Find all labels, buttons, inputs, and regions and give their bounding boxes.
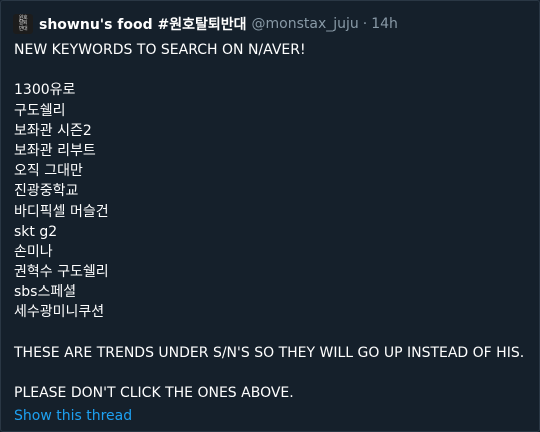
tweet-line: 구도쉘리	[14, 102, 66, 119]
tweet-line	[14, 60, 524, 80]
dot-separator: ·	[362, 16, 368, 32]
tweet-line: 보좌관 시즌2	[14, 122, 92, 139]
avatar[interactable]: 원호 탈퇴 반대	[13, 14, 33, 34]
tweet-line: THESE ARE TRENDS UNDER S/N'S SO THEY WIL…	[14, 344, 525, 361]
tweet-line	[14, 363, 524, 383]
tweet-line	[14, 323, 524, 343]
show-thread-link[interactable]: Show this thread	[14, 408, 132, 424]
tweet-timestamp[interactable]: 14h	[371, 16, 398, 32]
tweet-line: 세수광미니쿠션	[14, 304, 105, 321]
tweet-line: 손미나	[14, 243, 53, 260]
tweet-header: 원호 탈퇴 반대 shownu's food #원호탈퇴반대 @monstax_…	[13, 13, 398, 35]
tweet-text: NEW KEYWORDS TO SEARCH ON N/AVER! 1300유로…	[14, 40, 524, 403]
tweet-line: 권혁수 구도쉘리	[14, 264, 109, 281]
user-handle[interactable]: @monstax_juju	[252, 16, 359, 32]
tweet-line: 보좌관 리부트	[14, 142, 96, 159]
tweet-line: 오직 그대만	[14, 163, 83, 180]
tweet-line: 진광중학교	[14, 183, 79, 200]
tweet-line: skt g2	[14, 223, 58, 240]
tweet-line: 바디픽셀 머슬건	[14, 203, 109, 220]
avatar-text-line: 반대	[18, 25, 28, 32]
display-name[interactable]: shownu's food #원호탈퇴반대	[39, 14, 247, 34]
tweet-line: sbs스페셜	[14, 284, 77, 301]
tweet-line: PLEASE DON'T CLICK THE ONES ABOVE.	[14, 385, 294, 402]
tweet-line: NEW KEYWORDS TO SEARCH ON N/AVER!	[14, 42, 306, 58]
tweet-line: 1300유로	[14, 82, 76, 99]
tweet-card[interactable]: 원호 탈퇴 반대 shownu's food #원호탈퇴반대 @monstax_…	[0, 0, 540, 432]
